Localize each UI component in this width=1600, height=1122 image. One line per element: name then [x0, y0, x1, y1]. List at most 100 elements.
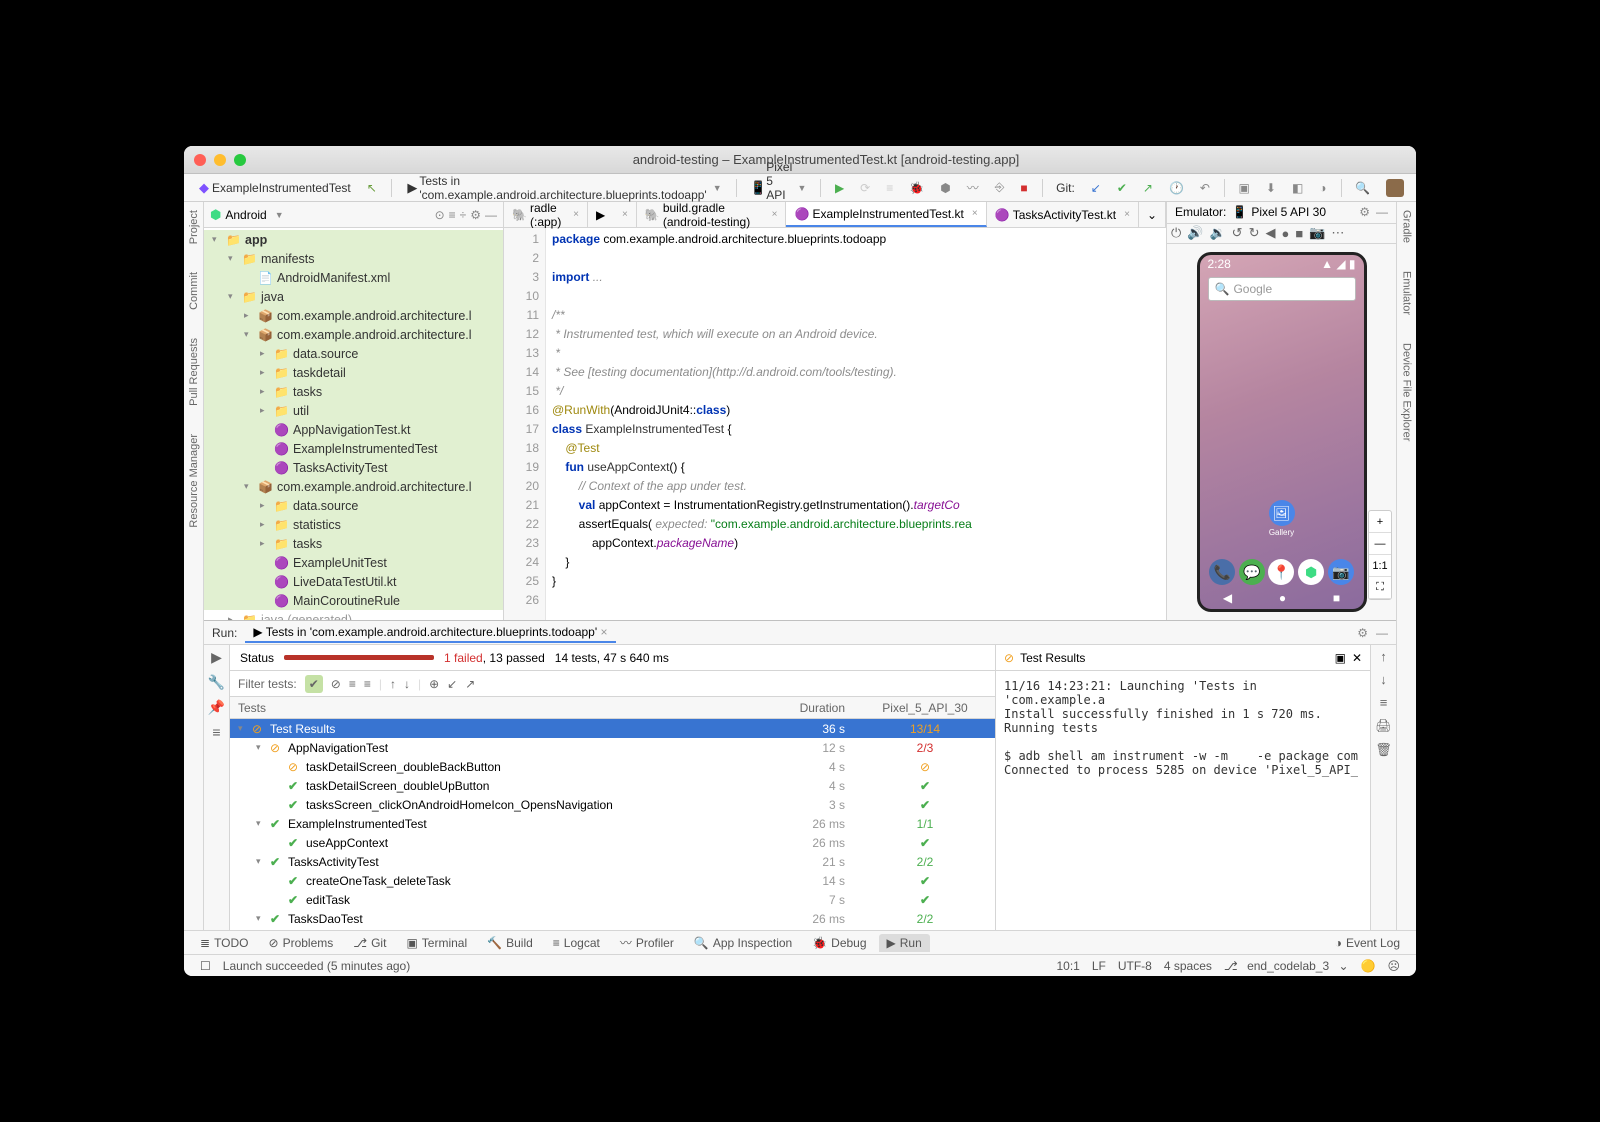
profile-icon[interactable]: 〰 — [961, 177, 985, 198]
git-history-icon[interactable]: 🕐 — [1163, 179, 1190, 197]
zoom-out-icon[interactable]: — — [1369, 533, 1391, 555]
test-row[interactable]: ▾✔ExampleInstrumentedTest26 ms1/1 — [230, 814, 995, 833]
test-row[interactable]: ▾✔TasksDaoTest26 ms2/2 — [230, 909, 995, 928]
layout-icon[interactable]: ◧ — [1286, 179, 1309, 197]
editor-tab[interactable]: 🐘build.gradle (android-testing)× — [637, 202, 787, 227]
test-row[interactable]: ✔createOneTask_deleteTask14 s✔ — [230, 871, 995, 890]
tree-node[interactable]: ▾📦com.example.android.architecture.l — [204, 325, 503, 344]
emulator-tool-button[interactable]: Emulator — [1401, 267, 1413, 319]
tree-node[interactable]: 🟣ExampleUnitTest — [204, 553, 503, 572]
code-editor[interactable]: 1231011121314151617181920212223242526 pa… — [504, 228, 1166, 620]
git-rollback-icon[interactable]: ↶ — [1194, 179, 1216, 197]
tree-node[interactable]: 🟣MainCoroutineRule — [204, 591, 503, 610]
test-row[interactable]: ▾⊘Test Results36 s13/14 — [230, 719, 995, 738]
line-separator[interactable]: LF — [1092, 959, 1106, 973]
tree-node[interactable]: ▾📦com.example.android.architecture.l — [204, 477, 503, 496]
layout-icon[interactable]: ≡ — [212, 724, 220, 740]
avatar[interactable] — [1380, 177, 1410, 199]
device-file-explorer-button[interactable]: Device File Explorer — [1401, 339, 1413, 445]
bottom-tab-terminal[interactable]: ▣Terminal — [398, 934, 475, 952]
editor-tab[interactable]: 🐘radle (:app)× — [504, 202, 588, 227]
editor-tab[interactable]: ▶× — [588, 202, 637, 227]
nav-overview-icon[interactable]: ■ — [1333, 591, 1340, 605]
camera-app-icon[interactable]: 📷 — [1328, 559, 1354, 585]
zoom-in-icon[interactable]: + — [1369, 511, 1391, 533]
indent[interactable]: 4 spaces — [1164, 959, 1212, 973]
bottom-tab-profiler[interactable]: 〰Profiler — [612, 932, 682, 953]
volume-down-icon[interactable]: 🔉 — [1209, 225, 1225, 241]
test-row[interactable]: ✔tasksScreen_clickOnAndroidHomeIcon_Open… — [230, 795, 995, 814]
stop-icon[interactable]: ■ — [1014, 179, 1033, 197]
bottom-tab-build[interactable]: 🔨Build — [479, 934, 541, 952]
apply-changes-icon[interactable]: ⟳ — [854, 179, 876, 197]
collapse-all-icon[interactable]: ÷ — [460, 208, 467, 222]
tree-node[interactable]: 🟣LiveDataTestUtil.kt — [204, 572, 503, 591]
event-log-button[interactable]: ◑Event Log — [1327, 934, 1408, 952]
memory-icon[interactable]: ☹ — [1387, 959, 1400, 973]
minimize-icon[interactable] — [214, 154, 226, 166]
tree-node[interactable]: ▸📁data.source — [204, 344, 503, 363]
apply-code-icon[interactable]: ≡ — [880, 179, 899, 197]
prev-icon[interactable]: ↑ — [390, 677, 396, 691]
up-icon[interactable]: ↑ — [1380, 649, 1387, 664]
git-commit-icon[interactable]: ✔ — [1111, 179, 1133, 197]
rotate-right-icon[interactable]: ↻ — [1249, 225, 1260, 241]
back-icon[interactable]: ↖ — [361, 179, 383, 197]
git-update-icon[interactable]: ↙ — [1085, 179, 1107, 197]
hide-icon[interactable]: — — [485, 208, 497, 222]
tree-node[interactable]: ▾📁java — [204, 287, 503, 306]
close-icon[interactable]: × — [972, 208, 978, 219]
run-config-tab[interactable]: ▶ Tests in 'com.example.android.architec… — [245, 623, 615, 643]
resource-icon[interactable]: ◑ — [1313, 179, 1332, 197]
project-view-selector[interactable]: Android — [225, 208, 266, 222]
clear-icon[interactable]: 🗑 — [1375, 742, 1392, 758]
pin-icon[interactable]: 📌 — [208, 699, 225, 716]
toggle-auto-icon[interactable]: 🔧 — [208, 674, 225, 691]
restore-icon[interactable]: ▣ — [1335, 651, 1346, 665]
bottom-tab-run[interactable]: ▶Run — [879, 934, 930, 952]
breadcrumb[interactable]: ◆ExampleInstrumentedTest — [190, 178, 357, 198]
tree-node[interactable]: ▸📁taskdetail — [204, 363, 503, 382]
attach-icon[interactable]: ⎆ — [989, 178, 1011, 197]
tree-node[interactable]: ▸📁util — [204, 401, 503, 420]
lock-icon[interactable]: ☐ — [200, 959, 211, 973]
git-push-icon[interactable]: ↗ — [1137, 179, 1159, 197]
editor-tab[interactable]: 🟣TasksActivityTest.kt× — [987, 202, 1139, 227]
bottom-tab-git[interactable]: ⎇Git — [345, 934, 394, 952]
tree-node[interactable]: ▸📁tasks — [204, 534, 503, 553]
open-icon[interactable]: ↗ — [465, 677, 475, 691]
more-icon[interactable]: ⋯ — [1331, 225, 1344, 241]
close-icon[interactable] — [194, 154, 206, 166]
tree-node[interactable]: ▸📁statistics — [204, 515, 503, 534]
home-icon[interactable]: ● — [1281, 226, 1289, 241]
expand-icon[interactable]: ≡ — [364, 677, 371, 691]
close-icon[interactable]: × — [1124, 209, 1130, 220]
pull-requests-tool-button[interactable]: Pull Requests — [188, 334, 200, 410]
android-app-icon[interactable]: ⬢ — [1298, 559, 1324, 585]
test-row[interactable]: ✔taskDetailScreen_doubleUpButton4 s✔ — [230, 776, 995, 795]
close-icon[interactable]: × — [772, 209, 778, 220]
phone-app-icon[interactable]: 📞 — [1209, 559, 1235, 585]
import-icon[interactable]: ⊕ — [429, 677, 439, 691]
screenshot-icon[interactable]: 📷 — [1309, 225, 1325, 241]
close-icon[interactable]: ✕ — [1352, 651, 1362, 665]
close-icon[interactable]: × — [601, 625, 608, 639]
emulator-screen[interactable]: 2:28▲ ◢ ▮ 🔍Google 🖼 Gallery 📞 💬 📍 ⬢ — [1197, 252, 1367, 612]
test-row[interactable]: ⊘taskDetailScreen_doubleBackButton4 s⊘ — [230, 757, 995, 776]
close-icon[interactable]: × — [573, 209, 579, 220]
expand-all-icon[interactable]: ≡ — [449, 208, 456, 222]
test-row[interactable]: ▾⊘AppNavigationTest12 s2/3 — [230, 738, 995, 757]
tree-node[interactable]: ▸📁data.source — [204, 496, 503, 515]
sdk-icon[interactable]: ⬇ — [1260, 179, 1282, 197]
rotate-left-icon[interactable]: ↺ — [1232, 225, 1243, 241]
export-icon[interactable]: ↙ — [447, 677, 457, 691]
print-icon[interactable]: 🖨 — [1375, 718, 1392, 734]
console-output[interactable]: 11/16 14:23:21: Launching 'Tests in 'com… — [996, 671, 1370, 930]
close-icon[interactable]: × — [622, 209, 628, 220]
tree-node[interactable]: 🟣AppNavigationTest.kt — [204, 420, 503, 439]
nav-back-icon[interactable]: ◀ — [1223, 591, 1232, 605]
hide-icon[interactable]: — — [1376, 205, 1388, 219]
resource-manager-tool-button[interactable]: Resource Manager — [188, 430, 200, 532]
maximize-icon[interactable] — [234, 154, 246, 166]
overview-icon[interactable]: ■ — [1295, 226, 1303, 241]
